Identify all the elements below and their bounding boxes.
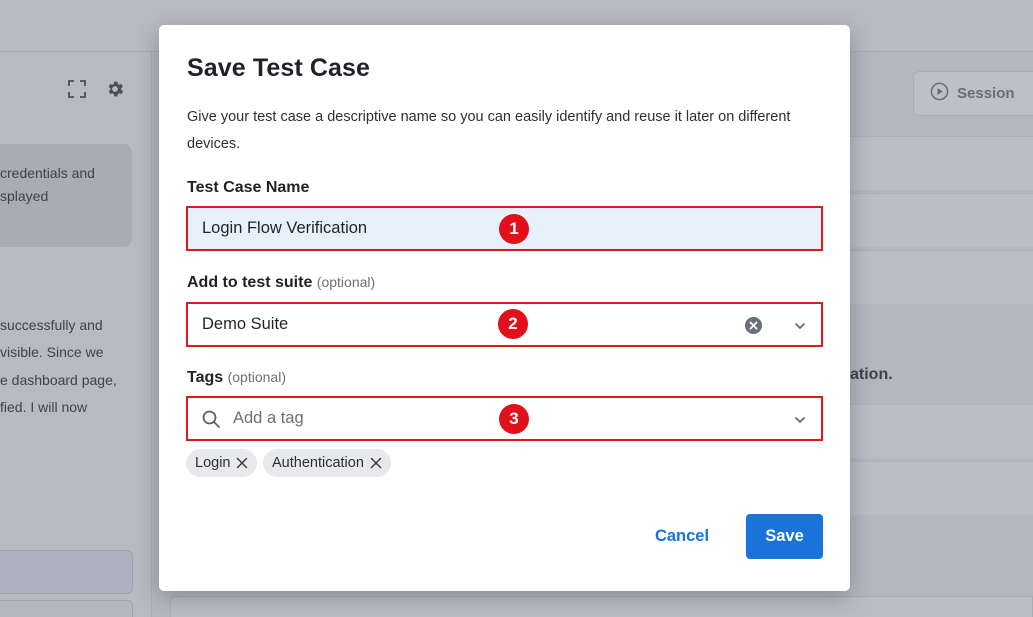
tag-chip-label: Authentication bbox=[272, 455, 364, 471]
dialog-title: Save Test Case bbox=[187, 54, 370, 82]
gear-icon[interactable] bbox=[105, 79, 125, 99]
right-list-row bbox=[850, 136, 1033, 190]
expand-icon[interactable] bbox=[68, 80, 86, 98]
annotation-badge-1: 1 bbox=[499, 214, 529, 244]
chat-paragraph-line: visible. Since we bbox=[0, 344, 104, 360]
optional-hint: (optional) bbox=[227, 369, 286, 385]
chevron-down-icon[interactable] bbox=[793, 413, 807, 427]
chat-paragraph-line: fied. I will now bbox=[0, 399, 88, 415]
close-icon[interactable] bbox=[370, 457, 382, 469]
search-icon bbox=[201, 409, 221, 429]
cancel-button[interactable]: Cancel bbox=[637, 514, 727, 558]
test-case-name-value: Login Flow Verification bbox=[202, 219, 368, 237]
right-list-row bbox=[850, 193, 1033, 247]
tags-placeholder: Add a tag bbox=[233, 409, 304, 427]
right-list-row bbox=[850, 461, 1033, 515]
left-pane-button[interactable] bbox=[0, 600, 133, 617]
right-heading-fragment: ation. bbox=[850, 366, 893, 383]
right-list-row bbox=[850, 404, 1033, 458]
session-button[interactable]: Session bbox=[913, 71, 1033, 116]
tag-chip-authentication: Authentication bbox=[263, 449, 391, 477]
left-pane-input[interactable] bbox=[0, 550, 133, 594]
bottom-row bbox=[170, 596, 1033, 617]
session-label: Session bbox=[957, 85, 1015, 102]
test-suite-label: Add to test suite (optional) bbox=[187, 274, 376, 291]
chat-paragraph-line: e dashboard page, bbox=[0, 372, 117, 388]
chat-message-line: splayed bbox=[0, 188, 49, 204]
test-case-name-label: Test Case Name bbox=[187, 179, 310, 196]
tag-chip-login: Login bbox=[186, 449, 258, 477]
optional-hint: (optional) bbox=[316, 274, 376, 290]
chevron-down-icon[interactable] bbox=[793, 319, 807, 333]
tags-label: Tags (optional) bbox=[187, 369, 286, 386]
right-list-row bbox=[850, 250, 1033, 304]
annotation-badge-3: 3 bbox=[499, 404, 529, 434]
save-button[interactable]: Save bbox=[746, 514, 823, 559]
play-circle-icon bbox=[930, 82, 949, 105]
annotation-badge-2: 2 bbox=[498, 309, 528, 339]
chat-message-line: credentials and bbox=[0, 165, 95, 181]
save-test-case-dialog: Save Test Case Give your test case a des… bbox=[159, 25, 850, 591]
chat-paragraph-line: successfully and bbox=[0, 317, 103, 333]
clear-icon[interactable] bbox=[744, 316, 763, 335]
tag-chip-label: Login bbox=[195, 455, 231, 471]
test-suite-value: Demo Suite bbox=[202, 315, 289, 333]
close-icon[interactable] bbox=[236, 457, 248, 469]
dialog-description: Give your test case a descriptive name s… bbox=[187, 109, 791, 152]
